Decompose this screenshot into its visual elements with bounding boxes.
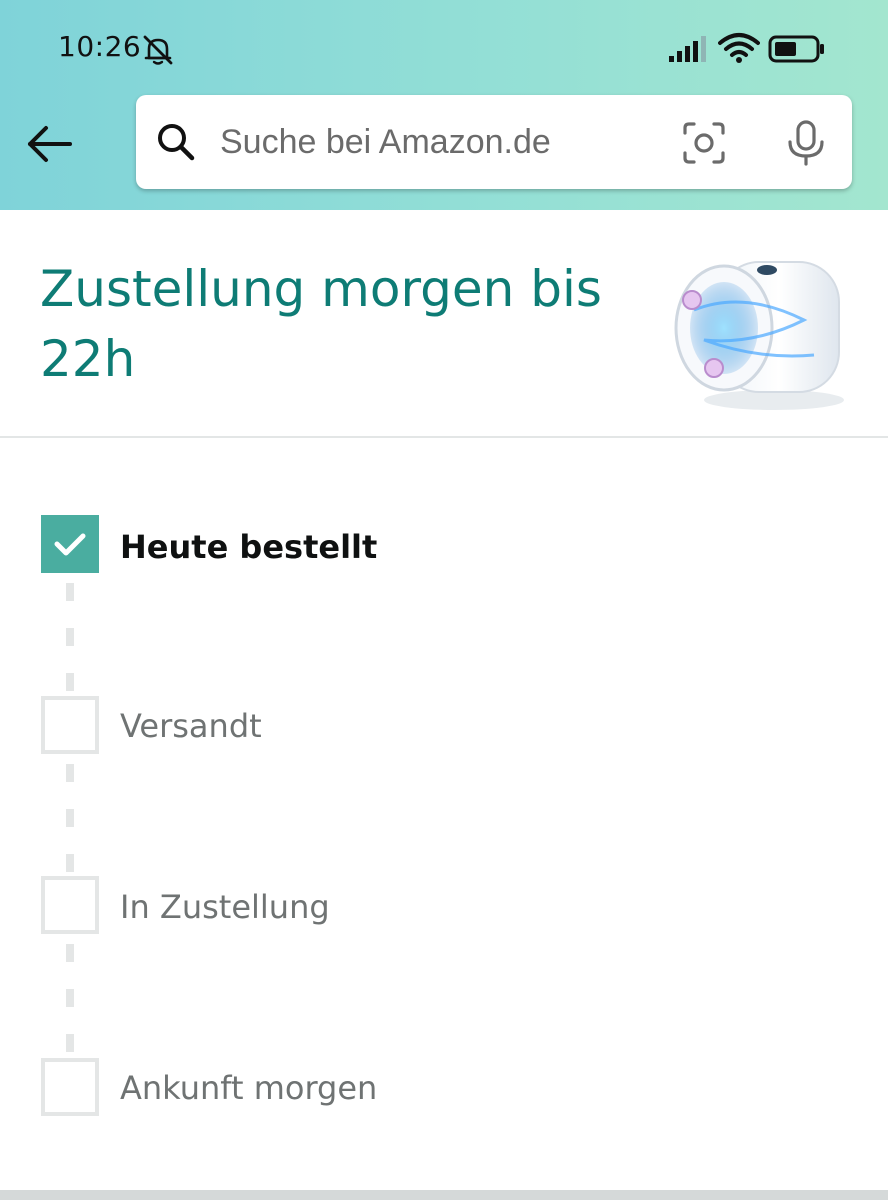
microphone-icon[interactable] [784, 120, 828, 166]
step-label: Ankunft morgen [120, 1069, 378, 1107]
timeline-connector [66, 673, 74, 691]
delivery-title: Zustellung morgen bis 22h [40, 260, 602, 388]
timeline-connector [66, 583, 74, 601]
step-checkbox-ankunft-morgen [41, 1058, 99, 1116]
step-label: Heute bestellt [120, 528, 378, 566]
back-arrow-icon[interactable] [26, 122, 74, 166]
bell-off-icon [143, 35, 173, 65]
search-bar[interactable] [136, 95, 852, 189]
delivery-summary: Zustellung morgen bis 22h [0, 210, 888, 438]
timeline-connector [66, 854, 74, 872]
app-header: 10:26 [0, 0, 888, 210]
step-checkbox-versandt [41, 696, 99, 754]
timeline-connector [66, 1034, 74, 1052]
step-label: Versandt [120, 707, 262, 745]
timeline-connector [66, 989, 74, 1007]
battery-icon [768, 35, 824, 63]
camera-scan-icon[interactable] [681, 120, 727, 166]
delivery-timeline: Heute bestellt Versandt In Zustellung An… [0, 438, 888, 1178]
step-checkbox-heute-bestellt [41, 515, 99, 573]
cellular-signal-icon [669, 36, 706, 62]
wifi-icon [718, 33, 760, 63]
search-input[interactable] [220, 117, 650, 167]
timeline-connector [66, 628, 74, 646]
checkmark-icon [54, 533, 86, 556]
status-bar: 10:26 [0, 0, 888, 96]
timeline-connector [66, 809, 74, 827]
status-time: 10:26 [58, 30, 142, 63]
search-icon[interactable] [156, 122, 196, 162]
step-checkbox-in-zustellung [41, 876, 99, 934]
timeline-connector [66, 764, 74, 782]
product-thumbnail[interactable] [664, 250, 850, 412]
timeline-connector [66, 944, 74, 962]
bottom-divider [0, 1190, 888, 1200]
step-label: In Zustellung [120, 888, 330, 926]
